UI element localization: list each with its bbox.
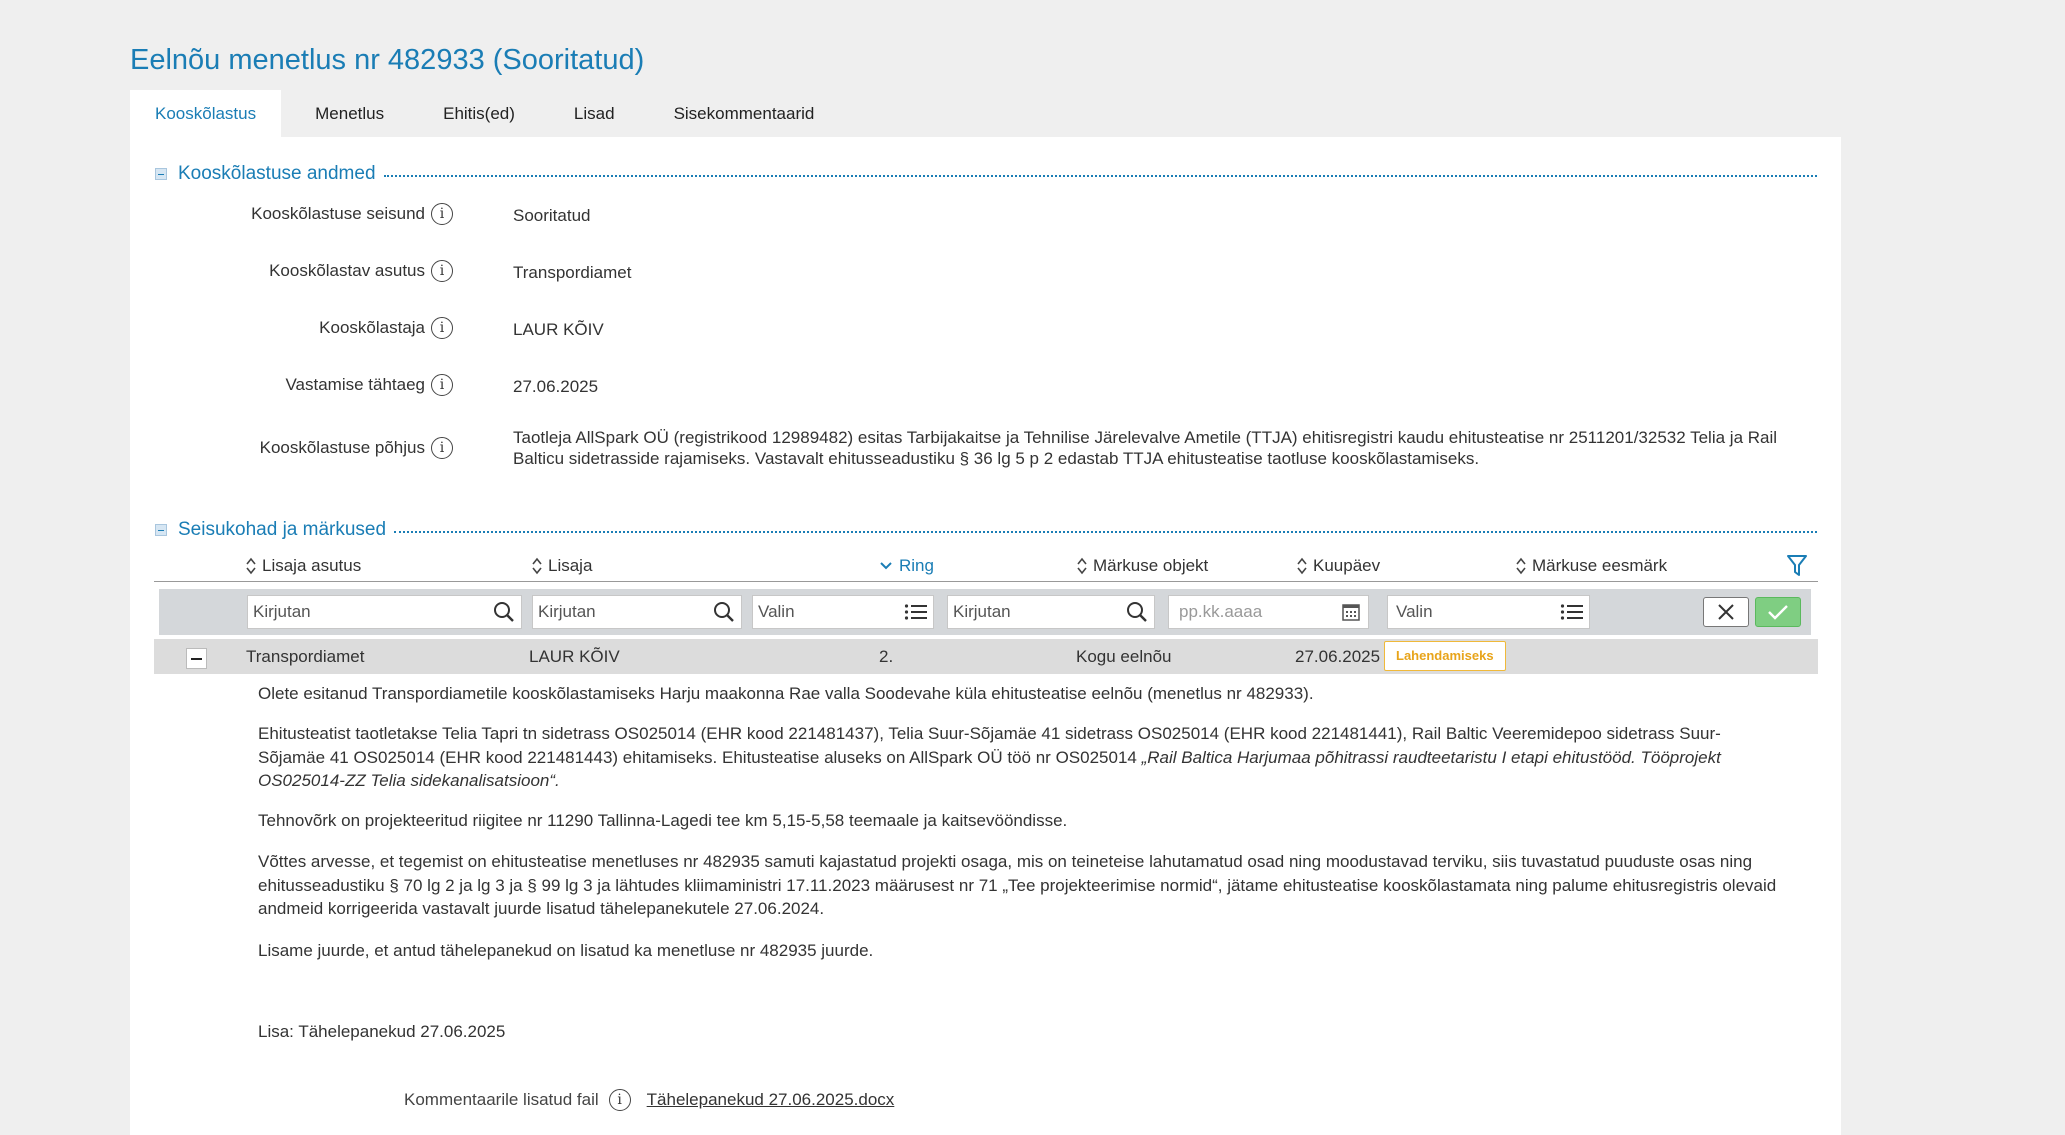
field-label: Vastamise tähtaeg: [285, 375, 425, 394]
search-icon[interactable]: [710, 598, 738, 626]
grid-header: Lisaja asutus Lisaja Ring Märkuse objekt…: [154, 550, 1818, 582]
calendar-icon[interactable]: [1337, 598, 1365, 626]
checkmark-icon: [1768, 605, 1788, 620]
collapse-section-button[interactable]: [155, 524, 167, 536]
info-icon[interactable]: i: [608, 1089, 631, 1111]
tab-bar: Kooskõlastus Menetlus Ehitis(ed) Lisad S…: [130, 90, 848, 137]
attachment-label: Kommentaarile lisatud fail: [404, 1090, 599, 1109]
comment-paragraph: Olete esitanud Transpordiametile kooskõl…: [258, 684, 1314, 703]
filter-lisaja-input[interactable]: [538, 602, 710, 622]
filter-kuupaev-input[interactable]: [1179, 602, 1337, 622]
cell-kuupaev: 27.06.2025: [1295, 647, 1381, 666]
search-icon[interactable]: [1123, 598, 1151, 626]
collapse-section-button[interactable]: [155, 168, 167, 180]
apply-filters-button[interactable]: [1755, 597, 1801, 627]
table-row[interactable]: Transpordiamet LAUR KÕIV 2. Kogu eelnõu …: [154, 639, 1818, 674]
page-title: Eelnõu menetlus nr 482933 (Sooritatud): [130, 44, 645, 76]
info-icon[interactable]: i: [431, 374, 453, 396]
column-header-kuupaev[interactable]: Kuupäev: [1297, 556, 1380, 576]
filter-ring: [752, 595, 934, 629]
collapse-row-button[interactable]: [186, 648, 207, 669]
field-label: Kooskõlastuse põhjus: [259, 438, 425, 457]
sort-icon: [246, 557, 256, 575]
sort-descending-icon: [880, 562, 892, 570]
cell-lisaja-asutus: Transpordiamet: [246, 647, 365, 666]
field-label: Kooskõlastaja: [319, 318, 425, 337]
column-header-lisaja-asutus[interactable]: Lisaja asutus: [246, 556, 361, 576]
section-title: Seisukohad ja märkused: [178, 519, 387, 540]
filter-lisaja: [532, 595, 742, 629]
field-value: 27.06.2025: [513, 377, 599, 396]
status-badge: Lahendamiseks: [1384, 641, 1506, 671]
info-icon[interactable]: i: [431, 317, 453, 339]
column-header-markuse-objekt[interactable]: Märkuse objekt: [1077, 556, 1208, 576]
field-value: Sooritatud: [513, 206, 591, 225]
sort-icon: [1077, 557, 1087, 575]
filter-kuupaev: [1168, 595, 1369, 629]
section-divider: [394, 531, 1817, 533]
tab-lisad[interactable]: Lisad: [549, 90, 640, 137]
tab-ehitised[interactable]: Ehitis(ed): [418, 90, 540, 137]
filter-row: [159, 589, 1811, 635]
search-icon[interactable]: [490, 598, 518, 626]
close-icon: [1718, 604, 1734, 620]
filter-markuse-eesmark-select[interactable]: [1396, 602, 1558, 622]
sort-icon: [1297, 557, 1307, 575]
comment-paragraph: Võttes arvesse, et tegemist on ehitustea…: [258, 852, 1777, 918]
list-icon[interactable]: [1558, 598, 1586, 626]
tab-sisekommentaarid[interactable]: Sisekommentaarid: [649, 90, 840, 137]
filter-markuse-objekt: [947, 595, 1155, 629]
field-label: Kooskõlastav asutus: [269, 261, 425, 280]
field-value: Taotleja AllSpark OÜ (registrikood 12989…: [513, 428, 1778, 468]
filter-markuse-objekt-input[interactable]: [953, 602, 1123, 622]
cell-lisaja: LAUR KÕIV: [529, 647, 620, 666]
sort-icon: [1516, 557, 1526, 575]
clear-filters-button[interactable]: [1703, 597, 1749, 627]
attachment-row: Kommentaarile lisatud fail i Tähelepanek…: [404, 1089, 894, 1111]
field-value: Transpordiamet: [513, 263, 632, 282]
sort-icon: [532, 557, 542, 575]
section-title: Kooskõlastuse andmed: [178, 163, 376, 184]
comment-paragraph: Lisame juurde, et antud tähelepanekud on…: [258, 941, 874, 960]
filter-markuse-eesmark: [1387, 595, 1590, 629]
column-header-markuse-eesmark[interactable]: Märkuse eesmärk: [1516, 556, 1667, 576]
section-header-kooskolastuse-andmed: Kooskõlastuse andmed: [155, 163, 1817, 185]
info-icon[interactable]: i: [431, 203, 453, 225]
comment-paragraph: Lisa: Tähelepanekud 27.06.2025: [258, 1022, 506, 1041]
column-header-ring[interactable]: Ring: [879, 556, 934, 576]
section-divider: [383, 175, 1817, 177]
filter-icon[interactable]: [1786, 554, 1808, 578]
column-header-lisaja[interactable]: Lisaja: [532, 556, 592, 576]
filter-ring-select[interactable]: [758, 602, 902, 622]
list-icon[interactable]: [902, 598, 930, 626]
section-header-seisukohad: Seisukohad ja märkused: [155, 519, 1817, 541]
field-value: LAUR KÕIV: [513, 320, 604, 339]
tab-menetlus[interactable]: Menetlus: [290, 90, 409, 137]
info-icon[interactable]: i: [431, 260, 453, 282]
cell-markuse-objekt: Kogu eelnõu: [1076, 647, 1172, 666]
comment-paragraph: Ehitusteatist taotletakse Telia Tapri tn…: [258, 724, 1721, 790]
comment-paragraph: Tehnovõrk on projekteeritud riigitee nr …: [258, 811, 1068, 830]
filter-lisaja-asutus-input[interactable]: [253, 602, 490, 622]
cell-ring: 2.: [879, 647, 894, 666]
attachment-link[interactable]: Tähelepanekud 27.06.2025.docx: [647, 1090, 895, 1110]
content-panel: Kooskõlastuse andmed Kooskõlastuse seisu…: [130, 137, 1841, 1135]
tab-kooskolastus[interactable]: Kooskõlastus: [130, 90, 282, 137]
filter-lisaja-asutus: [247, 595, 522, 629]
info-icon[interactable]: i: [431, 437, 453, 459]
field-label: Kooskõlastuse seisund: [251, 204, 425, 223]
